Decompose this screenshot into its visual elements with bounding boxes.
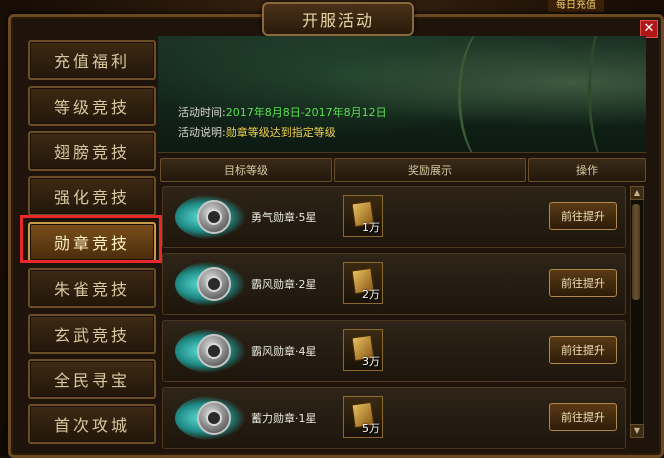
table-row: 勇气勋章·5星 1万 前往提升 (162, 186, 626, 248)
medal-icon (175, 392, 245, 442)
header-action: 操作 (528, 158, 646, 182)
table-row: 蓄力勋章·1星 5万 前往提升 (162, 387, 626, 449)
sidebar-item-xuanwu[interactable]: 玄武竞技 (28, 314, 156, 354)
sidebar-item-wings[interactable]: 翅膀竞技 (28, 131, 156, 171)
scroll-down-arrow-icon[interactable]: ▼ (630, 424, 644, 438)
activity-time-value: 2017年8月8日-2017年8月12日 (225, 106, 387, 119)
medal-icon (175, 325, 245, 375)
sidebar-item-siege[interactable]: 首次攻城 (28, 404, 156, 444)
scroll-up-arrow-icon[interactable]: ▲ (630, 186, 644, 200)
go-upgrade-button[interactable]: 前往提升 (549, 202, 617, 230)
sidebar-item-enhance[interactable]: 强化竞技 (28, 176, 156, 216)
sidebar-item-recharge[interactable]: 充值福利 (28, 40, 156, 80)
activity-sidebar: 充值福利 等级竞技 翅膀竞技 强化竞技 勋章竞技 朱雀竞技 玄武竞技 全民寻宝 … (16, 34, 156, 448)
go-upgrade-button[interactable]: 前往提升 (549, 269, 617, 297)
reward-amount: 1万 (362, 221, 380, 234)
banner-vine (588, 36, 631, 152)
reward-item[interactable]: 3万 (343, 329, 383, 371)
header-reward: 奖励展示 (334, 158, 526, 182)
medal-icon (175, 258, 245, 308)
activity-desc-value: 勋章等级达到指定等级 (225, 126, 336, 139)
scrollbar-thumb[interactable] (632, 204, 640, 300)
activity-banner: 活动时间:2017年8月8日-2017年8月12日 活动说明:勋章等级达到指定等… (158, 36, 646, 153)
medal-name: 勇气勋章·5星 (251, 211, 317, 224)
reward-item[interactable]: 2万 (343, 262, 383, 304)
sidebar-item-medal[interactable]: 勋章竞技 (28, 222, 156, 262)
panel-title: 开服活动 (262, 2, 414, 36)
sidebar-item-level[interactable]: 等级竞技 (28, 86, 156, 126)
reward-amount: 3万 (362, 355, 380, 368)
go-upgrade-button[interactable]: 前往提升 (549, 336, 617, 364)
header-target-level: 目标等级 (160, 158, 332, 182)
reward-amount: 2万 (362, 288, 380, 301)
activity-time: 活动时间:2017年8月8日-2017年8月12日 (178, 104, 387, 120)
reward-item[interactable]: 5万 (343, 396, 383, 438)
sidebar-item-treasure[interactable]: 全民寻宝 (28, 359, 156, 399)
reward-item[interactable]: 1万 (343, 195, 383, 237)
medal-icon (175, 191, 245, 241)
reward-amount: 5万 (362, 422, 380, 435)
activity-time-label: 活动时间: (178, 106, 226, 119)
table-row: 霸风勋章·4星 3万 前往提升 (162, 320, 626, 382)
activity-desc-label: 活动说明: (178, 126, 226, 139)
medal-name: 蓄力勋章·1星 (251, 412, 317, 425)
go-upgrade-button[interactable]: 前往提升 (549, 403, 617, 431)
activity-description: 活动说明:勋章等级达到指定等级 (178, 124, 336, 140)
table-row: 霸风勋章·2星 2万 前往提升 (162, 253, 626, 315)
sidebar-item-zhuque[interactable]: 朱雀竞技 (28, 268, 156, 308)
banner-vine (458, 36, 521, 152)
medal-name: 霸风勋章·2星 (251, 278, 317, 291)
daily-recharge-badge[interactable]: 每日充值 (548, 0, 604, 12)
medal-name: 霸风勋章·4星 (251, 345, 317, 358)
